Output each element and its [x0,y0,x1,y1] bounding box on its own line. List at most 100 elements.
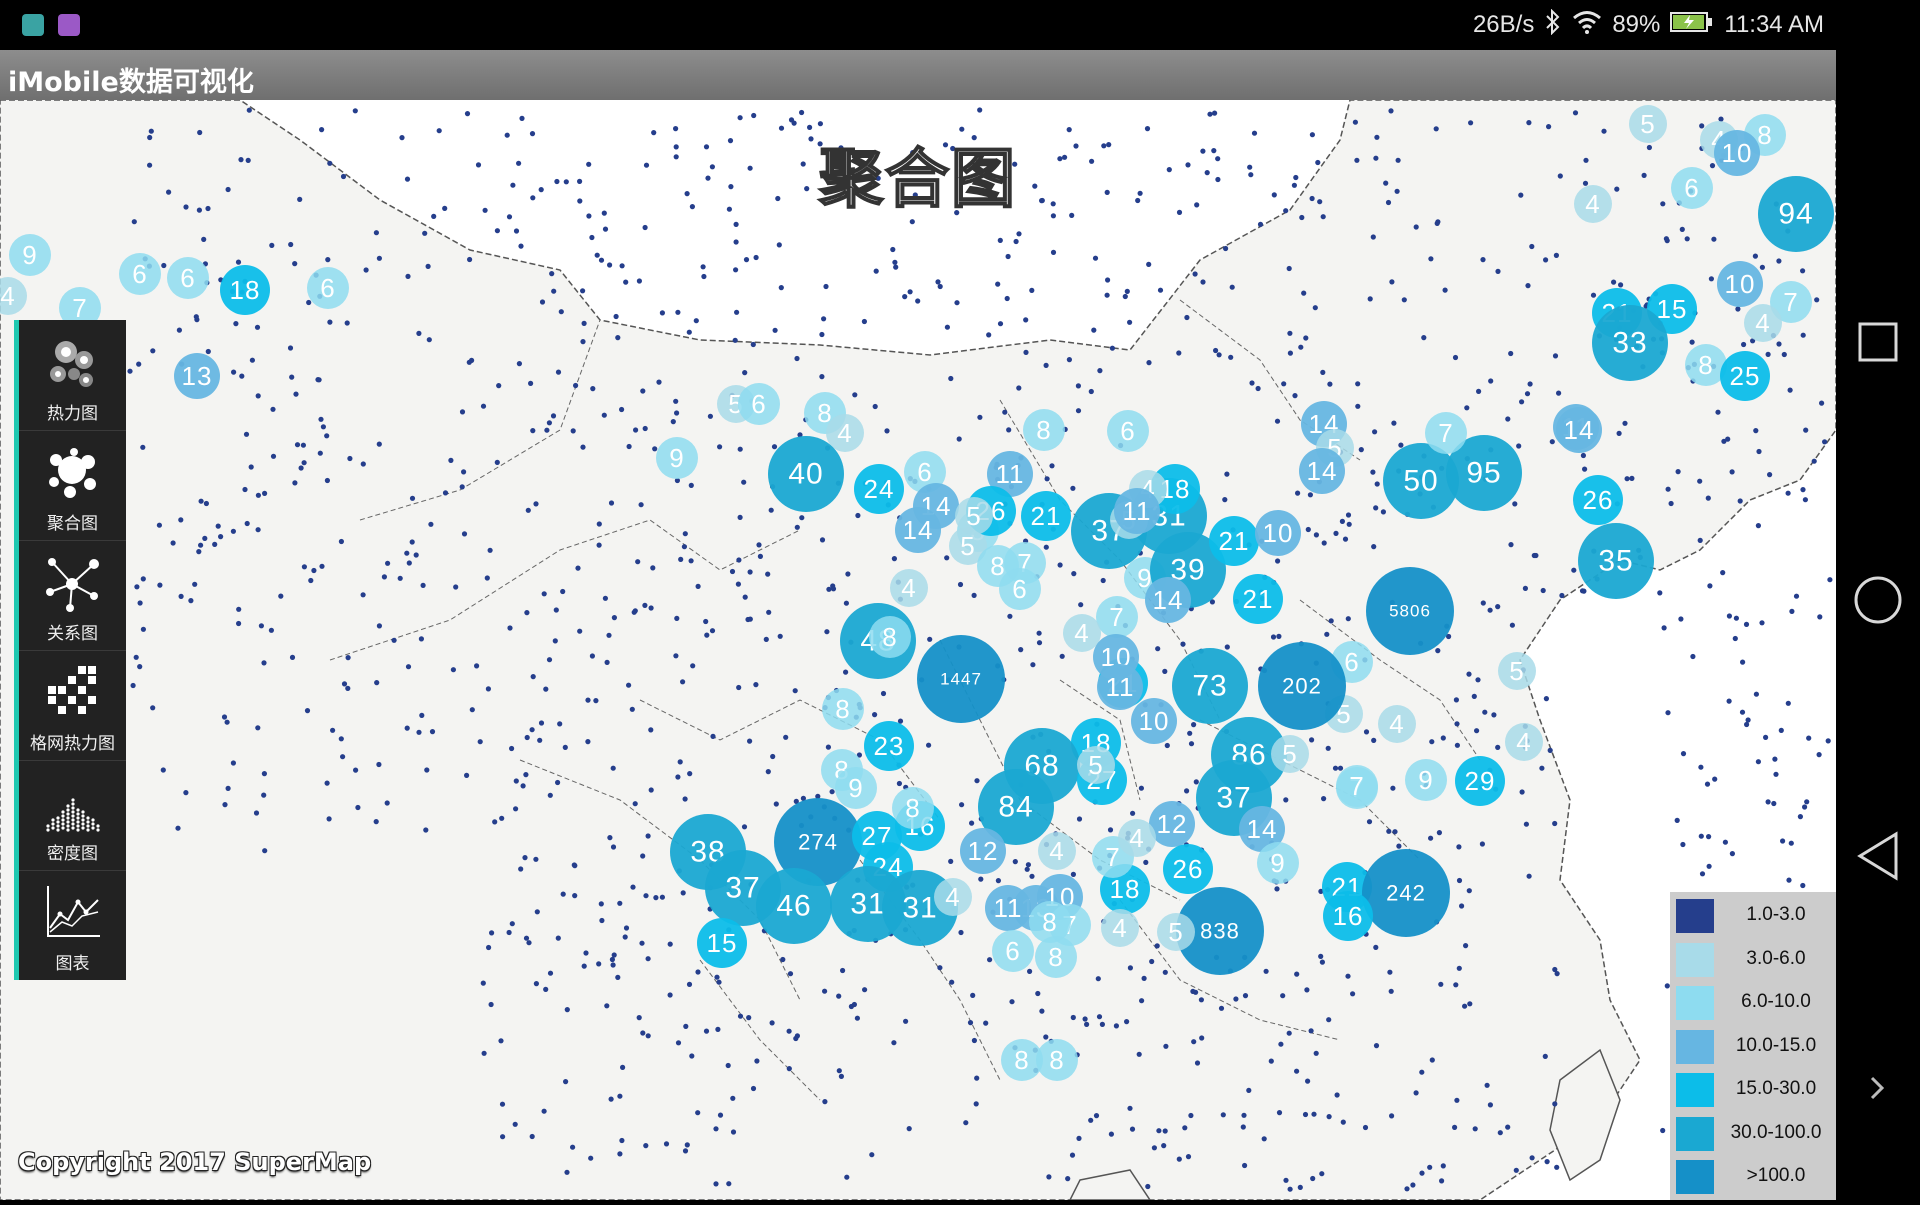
cluster-marker[interactable]: 14 [1145,577,1191,623]
cluster-count: 5 [966,501,981,531]
recents-button[interactable] [1858,322,1898,362]
cluster-marker[interactable]: 16 [1323,891,1373,941]
cluster-marker[interactable]: 4 [1038,832,1076,870]
cluster-marker[interactable]: 4 [890,569,928,607]
chevron-right-icon[interactable] [1870,1076,1885,1100]
cluster-count: 4 [1049,836,1064,866]
cluster-count: 11 [1123,496,1152,526]
cluster-count: 4 [901,573,916,603]
cluster-marker[interactable]: 5806 [1366,567,1454,655]
back-button[interactable] [1857,831,1898,881]
cluster-marker[interactable]: 25 [1720,351,1770,401]
cluster-marker[interactable]: 24 [854,464,904,514]
cluster-marker[interactable]: 15 [697,918,747,968]
cluster-marker[interactable]: 9 [656,437,698,479]
cluster-marker[interactable]: 8 [869,616,911,658]
cluster-marker[interactable]: 4 [1101,909,1139,947]
cluster-marker[interactable]: 242 [1362,849,1450,937]
cluster-count: 4 [945,882,960,912]
tool-density[interactable]: 密度图 [19,760,126,871]
cluster-marker[interactable]: 26 [1163,844,1213,894]
legend-swatch [1676,942,1714,977]
cluster-marker[interactable]: 46 [756,868,832,944]
tool-chart[interactable]: 图表 [19,870,126,980]
cluster-marker[interactable]: 6 [167,257,209,299]
cluster-count: 7 [1109,602,1124,632]
cluster-marker[interactable]: 10 [1717,261,1763,307]
cluster-marker[interactable]: 18 [220,265,270,315]
cluster-marker[interactable]: 5 [1498,652,1536,690]
tool-heatmap[interactable]: 热力图 [19,320,126,431]
cluster-marker[interactable]: 9 [835,767,877,809]
cluster-marker[interactable]: 29 [1455,756,1505,806]
cluster-marker[interactable]: 7 [1336,765,1378,807]
cluster-marker[interactable]: 4 [934,878,972,916]
legend-label: >100.0 [1746,1165,1806,1186]
cluster-marker[interactable]: 6 [1107,410,1149,452]
cluster-marker[interactable]: 21 [1233,574,1283,624]
cluster-marker[interactable]: 40 [768,436,844,512]
cluster-marker[interactable]: 12 [960,828,1006,874]
legend-item: 1.0-3.0 [1670,894,1836,937]
cluster-marker[interactable]: 73 [1172,648,1248,724]
map-canvas[interactable]: 9661861347956844024614148587644881447882… [0,100,1836,1200]
cluster-marker[interactable]: 10 [1255,510,1301,556]
cluster-marker[interactable]: 13 [174,353,220,399]
cluster-marker[interactable]: 4 [1744,304,1782,342]
cluster-marker[interactable]: 6 [119,253,161,295]
tool-grid-heatmap[interactable]: 格网热力图 [19,650,126,761]
battery-charging-icon [1670,11,1714,40]
cluster-marker[interactable]: 5 [955,497,993,535]
cluster-marker[interactable]: 6 [992,930,1034,972]
cluster-count: 4 [1389,709,1404,739]
cluster-marker[interactable]: 4 [1505,723,1543,761]
legend-swatch [1676,986,1714,1020]
cluster-count: 4 [1516,727,1531,757]
cluster-marker[interactable]: 5 [1077,746,1115,784]
cluster-marker[interactable]: 11 [1097,664,1143,710]
cluster-marker[interactable]: 14 [895,507,941,553]
cluster-count: 12 [968,836,999,866]
cluster-marker[interactable]: 5 [1271,735,1309,773]
cluster-marker[interactable]: 4 [1378,705,1416,743]
cluster-marker[interactable]: 4 [1063,614,1101,652]
cluster-marker[interactable]: 4 [1118,819,1156,857]
cluster-marker[interactable]: 6 [999,568,1041,610]
cluster-marker[interactable]: 8 [1023,409,1065,451]
cluster-icon [49,448,96,498]
cluster-marker[interactable]: 14 [1556,407,1602,453]
cluster-marker[interactable]: 11 [1114,488,1160,534]
cluster-count: 7 [1783,287,1798,317]
cluster-marker[interactable]: 9 [1257,842,1299,884]
tool-cluster[interactable]: 聚合图 [19,430,126,541]
cluster-marker[interactable]: 9 [1405,759,1447,801]
cluster-marker[interactable]: 6 [738,383,780,425]
cluster-marker[interactable]: 12 [1149,801,1195,847]
map-view[interactable]: 9661861347956844024614148587644881447882… [0,100,1836,1200]
cluster-count: 13 [182,361,213,391]
cluster-marker[interactable]: 35 [1578,523,1654,599]
cluster-marker[interactable]: 9 [9,234,51,276]
legend-swatch [1676,899,1714,933]
cluster-marker[interactable]: 202 [1258,642,1346,730]
cluster-marker[interactable]: 8 [1001,1039,1043,1081]
cluster-marker[interactable]: 14 [1299,448,1345,494]
cluster-marker[interactable]: 26 [1573,475,1623,525]
cluster-marker[interactable]: 7 [1425,412,1467,454]
cluster-marker[interactable]: 21 [1021,491,1071,541]
cluster-marker[interactable]: 23 [864,721,914,771]
cluster-marker[interactable]: 5 [1157,913,1195,951]
cluster-marker[interactable]: 10 [1131,698,1177,744]
home-button[interactable] [1854,576,1902,624]
cluster-marker[interactable]: 6 [307,267,349,309]
cluster-marker[interactable]: 21 [1209,516,1259,566]
cluster-count: 6 [751,389,766,419]
cluster-marker[interactable]: 11 [985,885,1031,931]
cluster-marker[interactable]: 8 [892,787,934,829]
cluster-marker[interactable]: 33 [1592,305,1668,381]
tool-relation[interactable]: 关系图 [19,540,126,651]
cluster-marker[interactable]: 1447 [917,635,1005,723]
cluster-marker[interactable]: 8 [822,688,864,730]
cluster-marker[interactable]: 7 [1096,596,1138,638]
cluster-marker[interactable]: 8 [1029,901,1071,943]
